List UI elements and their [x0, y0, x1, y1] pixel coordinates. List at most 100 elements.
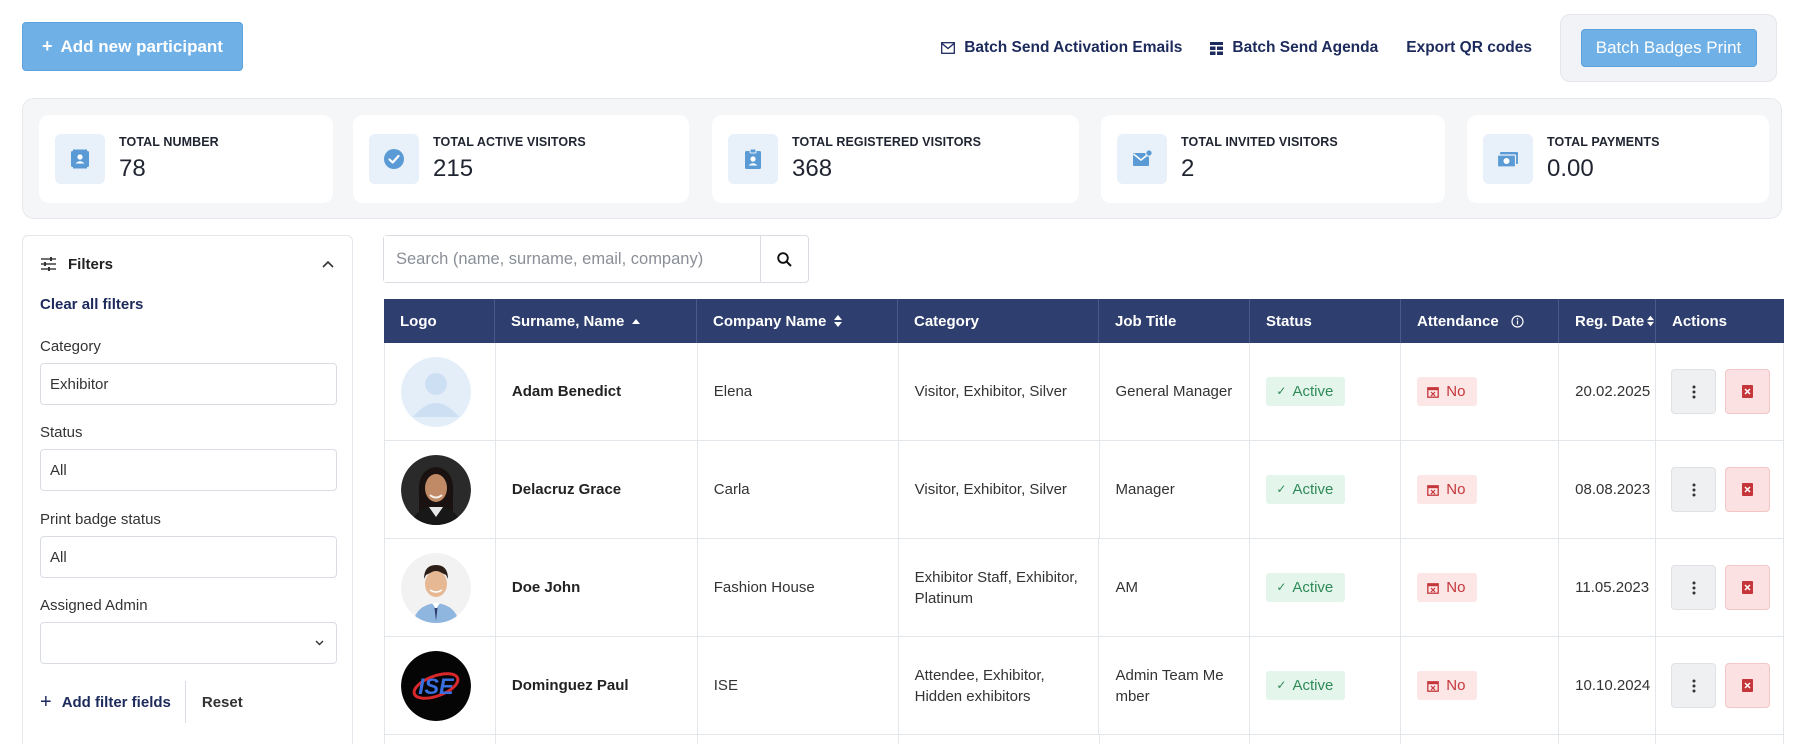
man-photo	[401, 552, 471, 623]
reg-date-cell: 08.08.2023	[1559, 441, 1657, 538]
stat-total-invited: TOTAL INVITED VISITORS 2	[1101, 115, 1445, 203]
delete-button[interactable]	[1725, 369, 1771, 414]
search-button[interactable]	[760, 236, 808, 282]
header-company[interactable]: Company Name	[697, 299, 898, 343]
table-row[interactable]: Doe John Fashion House Exhibitor Staff, …	[384, 539, 1784, 637]
ise-logo: ISE	[401, 650, 471, 721]
reg-date-cell: 11.05.2023	[1559, 539, 1657, 636]
reg-date-cell	[1559, 735, 1657, 744]
status-cell: ✓ Active	[1250, 539, 1402, 636]
header-name-label: Surname, Name	[511, 312, 625, 330]
attendance-cell	[1401, 735, 1560, 744]
company-name: Elena	[698, 343, 899, 440]
clear-all-filters-link[interactable]: Clear all filters	[40, 296, 143, 313]
batch-activation-label: Batch Send Activation Emails	[964, 39, 1183, 56]
header-job-label: Job Title	[1115, 312, 1177, 330]
delete-icon	[1742, 483, 1754, 496]
info-icon[interactable]	[1511, 314, 1524, 328]
status-badge: ✓ Active	[1266, 475, 1346, 504]
plus-icon: +	[40, 690, 52, 713]
attendance-cell: No	[1401, 637, 1560, 734]
job-title-cell: General Manager	[1100, 343, 1251, 440]
check-icon: ✓	[1276, 384, 1287, 398]
attendance-cell: No	[1401, 539, 1560, 636]
more-options-button[interactable]	[1671, 565, 1717, 610]
money-icon	[1483, 134, 1533, 184]
header-name[interactable]: Surname, Name	[495, 299, 697, 343]
add-filter-fields-button[interactable]: + Add filter fields	[40, 681, 186, 723]
status-text: Active	[1292, 481, 1334, 498]
logo-cell	[385, 735, 496, 744]
attendance-badge: No	[1417, 475, 1478, 504]
status-label: Status	[40, 424, 83, 441]
filters-footer: + Add filter fields Reset	[40, 681, 243, 723]
status-text: Active	[1292, 677, 1334, 694]
header-attendance: Attendance	[1401, 299, 1559, 343]
header-category-label: Category	[914, 312, 980, 330]
table-row[interactable]: Adam Benedict Elena Visitor, Exhibitor, …	[384, 343, 1785, 441]
filters-title: Filters	[68, 255, 114, 273]
export-qr-button[interactable]: Export QR codes	[1406, 39, 1532, 57]
status-badge: ✓ Active	[1266, 573, 1346, 602]
delete-button[interactable]	[1725, 565, 1771, 610]
plus-icon: +	[42, 36, 53, 56]
header-attendance-label: Attendance	[1417, 312, 1499, 330]
print-badge-status-field[interactable]: All	[40, 536, 337, 578]
assigned-admin-select[interactable]	[40, 622, 337, 664]
stats-panel: TOTAL NUMBER 78 TOTAL ACTIVE VISITORS 21…	[22, 98, 1782, 219]
stat-label: TOTAL PAYMENTS	[1547, 135, 1660, 149]
status-field[interactable]: All	[40, 449, 337, 491]
batch-activation-button[interactable]: Batch Send Activation Emails	[941, 39, 1182, 57]
batch-agenda-button[interactable]: Batch Send Agenda	[1210, 39, 1378, 57]
participant-name[interactable]: Adam Benedict	[496, 343, 698, 440]
company-name: ISE	[698, 637, 899, 734]
actions-cell	[1656, 735, 1785, 744]
status-cell: ✓ Active	[1250, 441, 1402, 538]
envelope-icon	[1117, 134, 1167, 184]
logo-cell	[385, 441, 496, 538]
more-options-button[interactable]	[1671, 663, 1717, 708]
header-job-title: Job Title	[1099, 299, 1250, 343]
add-participant-button[interactable]: + Add new participant	[22, 22, 243, 71]
filters-panel: Filters Clear all filters Category Exhib…	[22, 235, 353, 744]
stat-value: 368	[792, 155, 833, 182]
more-options-button[interactable]	[1671, 369, 1717, 414]
table-row[interactable]	[384, 735, 1785, 744]
search-icon	[777, 251, 792, 267]
batch-badges-print-button[interactable]: Batch Badges Print	[1580, 29, 1757, 67]
participants-table: Logo Surname, Name Company Name Category…	[384, 299, 1785, 744]
participant-name[interactable]: Delacruz Grace	[496, 441, 698, 538]
reg-date-cell: 20.02.2025	[1559, 343, 1657, 440]
chevron-up-icon[interactable]	[322, 260, 334, 268]
header-logo-label: Logo	[400, 312, 437, 330]
status-cell: ✓ Active	[1250, 343, 1402, 440]
kebab-icon	[1692, 679, 1696, 692]
search-input[interactable]	[384, 236, 760, 282]
stat-label: TOTAL ACTIVE VISITORS	[433, 135, 586, 149]
company-cell	[698, 735, 899, 744]
header-category: Category	[898, 299, 1099, 343]
delete-button[interactable]	[1725, 467, 1771, 512]
table-row[interactable]: ISE Dominguez Paul ISE Attendee, Exhibit…	[384, 637, 1784, 735]
check-icon: ✓	[1276, 482, 1287, 496]
name-cell	[496, 735, 698, 744]
add-filter-fields-label: Add filter fields	[61, 693, 171, 711]
job-title-cell	[1100, 735, 1251, 744]
filters-header[interactable]: Filters	[23, 236, 352, 292]
reset-button[interactable]: Reset	[202, 694, 243, 711]
logo-cell	[385, 539, 496, 636]
table-row[interactable]: Delacruz Grace Carla Visitor, Exhibitor,…	[384, 441, 1785, 539]
attendance-text: No	[1446, 481, 1466, 498]
chevron-down-icon	[315, 640, 324, 646]
status-cell	[1250, 735, 1402, 744]
delete-button[interactable]	[1725, 663, 1771, 708]
header-reg-date[interactable]: Reg. Date	[1559, 299, 1656, 343]
attendance-text: No	[1446, 579, 1466, 596]
participant-name[interactable]: Dominguez Paul	[496, 637, 698, 734]
attendance-badge: No	[1417, 671, 1478, 700]
stat-total-registered: TOTAL REGISTERED VISITORS 368	[712, 115, 1079, 203]
category-field[interactable]: Exhibitor	[40, 363, 337, 405]
more-options-button[interactable]	[1671, 467, 1717, 512]
participant-name[interactable]: Doe John	[496, 539, 698, 636]
category-cell: Attendee, Exhibitor, Hidden exhibitors	[899, 637, 1100, 734]
